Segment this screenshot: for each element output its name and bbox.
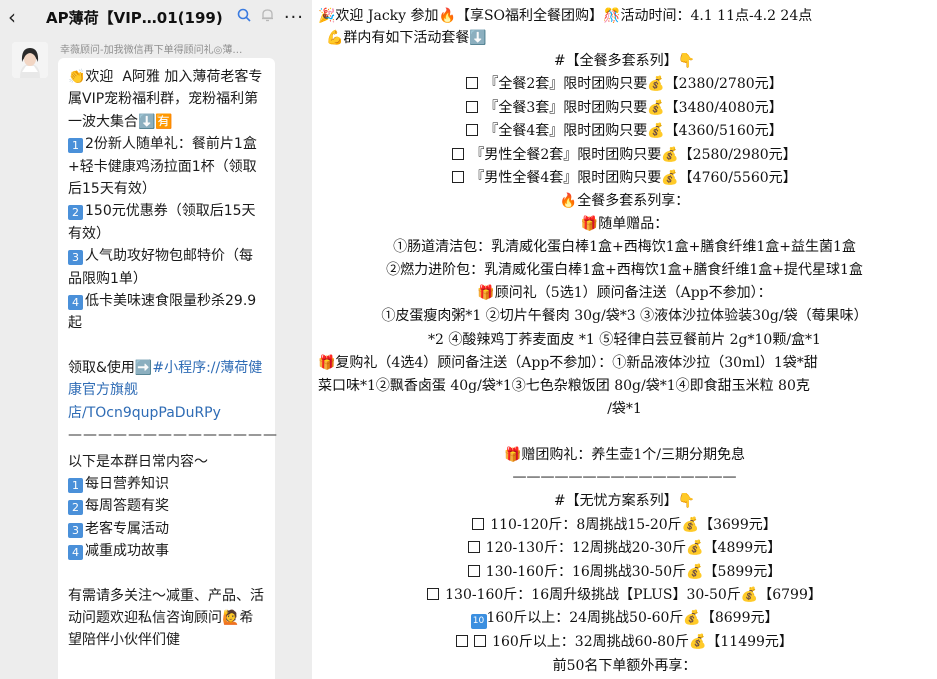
benefit-item: 4 低卡美味速食限量秒杀29.9起 [68,293,257,332]
number-8-icon [467,565,480,577]
number-2-icon: 2 [68,500,83,516]
extra-offer-line: 前50名下单额外再享： [552,658,697,674]
number-2-icon [466,101,479,113]
daily-item: 2 每周答题有奖 [68,495,265,517]
benefit-item: 3 人气助攻好物包邮特价（每品限购1单） [68,248,253,287]
number-3-icon: 3 [68,522,83,538]
number-3-icon: 3 [68,250,83,266]
number-4-icon: 4 [68,545,83,561]
daily-item: 1 每日营养知识 [68,473,265,495]
repurchase-gift-line: 🎁复购礼（4选4）顾问备注送（App不参加）：①新品液体沙拉（30ml）1袋*甜 [318,355,818,371]
outro-text: 有需请多关注～减重、产品、活动问题欢迎私信咨询顾问🙋希望陪伴小伙伴们健 [68,587,264,649]
search-icon[interactable] [237,8,251,26]
number-11-icon [456,635,469,647]
number-11-icon [474,635,487,647]
gift-heading: 🎁随单赠品： [580,216,669,232]
benefit-item: 2 150元优惠券（领取后15天有效） [68,203,256,242]
daily-title: 以下是本群日常内容～ [68,453,208,470]
number-9-icon [427,588,440,600]
number-10-icon: 10 [470,614,487,629]
welcome-text: 👏欢迎 A阿雅 加入薄荷老客专属VIP宠粉福利群，宠粉福利第一波大集合⬇️🈶 [68,69,263,130]
poster-subtitle: 💪群内有如下活动套餐⬇️ [326,30,487,46]
gift-line: ①肠道清洁包：乳清威化蛋白棒1盒+西梅饮1盒+膳食纤维1盒+益生菌1盒 [393,239,856,255]
message-bubble[interactable]: 👏欢迎 A阿雅 加入薄荷老客专属VIP宠粉福利群，宠粉福利第一波大集合⬇️🈶 1… [58,58,278,679]
more-icon[interactable]: ··· [284,7,304,28]
plan-item: 130-160斤：16周挑战30-50斤💰【5899元】 [312,561,937,583]
number-7-icon [467,541,480,553]
number-1-icon: 1 [68,477,83,493]
repurchase-gift-line: /袋*1 [607,401,642,417]
claim-line: 领取&使用➡️#小程序://薄荷健康官方旗舰店/TOcn9qupPaDuRPy [68,359,263,421]
number-4-icon: 4 [68,295,83,311]
advisor-gift-heading: 🎁顾问礼（5选1）顾问备注送（App不参加）： [477,285,772,301]
package-item: 『男性全餐2套』限时团购只要💰【2580/2980元】 [312,144,937,166]
chat-header: ‹ AP薄荷【VIP…01(199) ··· [0,0,312,34]
chevron-left-icon[interactable]: ‹ [8,5,30,29]
sender-name: 幸薇顾问-加我微信再下单得顾问礼◎薄… [60,45,243,56]
daily-item: 4 减重成功故事 [68,540,265,562]
number-6-icon [472,518,485,530]
avatar[interactable] [12,42,48,78]
benefit-item: 1 2份新人随单礼：餐前片1盒+轻卡健康鸡汤拉面1杯（领取后15天有效） [68,136,257,198]
separator: —————————————— [68,427,278,444]
poster-separator: ———————————————— [512,469,737,485]
benefits-heading: 🔥全餐多套系列享： [559,193,690,209]
plan-item: 10 160斤以上：24周挑战50-60斤💰【8699元】 [312,607,937,629]
number-2-icon: 2 [68,205,83,221]
number-4-icon [452,148,465,160]
number-1-icon [466,77,479,89]
bell-mute-icon[interactable] [261,8,274,26]
package-item: 『全餐4套』限时团购只要💰【4360/5160元】 [312,120,937,142]
plan-item: 110-120斤：8周挑战15-20斤💰【3699元】 [312,514,937,536]
poster-welcome: 🎉欢迎 Jacky 参加🔥【享SO福利全餐团购】🎊活动时间：4.1 11点-4.… [318,8,813,24]
plan-item: 130-160斤：16周升级挑战【PLUS】30-50斤💰【6799】 [312,584,937,606]
chat-panel: ‹ AP薄荷【VIP…01(199) ··· 幸薇顾问-加我微信再下单得顾问礼◎… [0,0,312,679]
section-title-worry-free: #【无忧方案系列】👇 [553,493,696,509]
plan-item: 160斤以上：32周挑战60-80斤💰【11499元】 [312,631,937,653]
number-3-icon [466,124,479,136]
advisor-gift-line: *2 ④酸辣鸡丁荞麦面皮 *1 ⑤轻律白芸豆餐前片 2g*10颗/盒*1 [428,332,821,348]
number-1-icon: 1 [68,138,83,154]
group-gift-line: 🎁赠团购礼：养生壶1个/三期分期免息 [503,447,746,463]
promo-poster: 🎉欢迎 Jacky 参加🔥【享SO福利全餐团购】🎊活动时间：4.1 11点-4.… [312,0,937,679]
advisor-gift-line: ①皮蛋瘦肉粥*1 ②切片午餐肉 30g/袋*3 ③液体沙拉体验装30g/袋（莓果… [381,308,868,324]
package-item: 『全餐3套』限时团购只要💰【3480/4080元】 [312,97,937,119]
number-5-icon [452,171,465,183]
chat-title[interactable]: AP薄荷【VIP…01(199) [46,7,227,28]
repurchase-gift-line: 菜口味*1②飘香卤蛋 40g/袋*1③七色杂粮饭团 80g/袋*1④即食甜玉米粒… [318,378,810,394]
package-item: 『男性全餐4套』限时团购只要💰【4760/5560元】 [312,167,937,189]
package-item: 『全餐2套』限时团购只要💰【2380/2780元】 [312,73,937,95]
section-title-full-meal: #【全餐多套系列】👇 [553,53,696,69]
plan-item: 120-130斤：12周挑战20-30斤💰【4899元】 [312,537,937,559]
gift-line: ②燃力进阶包：乳清威化蛋白棒1盒+西梅饮1盒+膳食纤维1盒+提代星球1盒 [386,262,863,278]
daily-item: 3 老客专属活动 [68,518,265,540]
